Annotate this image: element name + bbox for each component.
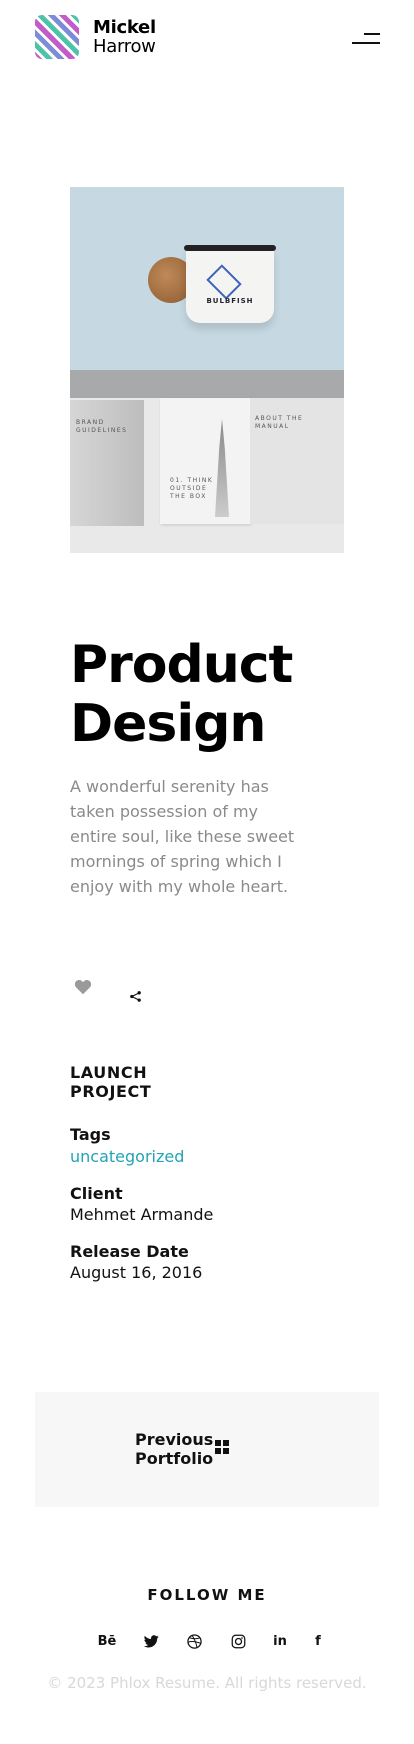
- heart-icon[interactable]: [74, 979, 98, 1001]
- heart-icon-svg: [74, 980, 92, 995]
- book-caption-left: BRAND GUIDELINES: [76, 419, 128, 434]
- grid-square: [215, 1440, 221, 1446]
- copyright-text: © 2023 Phlox Resume. All rights reserved…: [47, 1674, 367, 1692]
- facebook-icon[interactable]: f: [307, 1630, 329, 1652]
- previous-portfolio-link[interactable]: Previous Portfolio: [135, 1430, 225, 1468]
- mug-rim: [184, 245, 276, 251]
- hamburger-menu-icon[interactable]: [350, 30, 380, 52]
- menu-line: [352, 42, 380, 44]
- tag-link-uncategorized[interactable]: uncategorized: [70, 1147, 184, 1167]
- facebook-glyph: f: [315, 1633, 321, 1649]
- logo-icon[interactable]: [35, 15, 79, 59]
- linkedin-glyph: in: [273, 1633, 287, 1649]
- grid-square: [223, 1448, 229, 1454]
- behance-glyph: Bē: [97, 1633, 117, 1649]
- grid-icon[interactable]: [215, 1440, 229, 1454]
- share-icon[interactable]: [130, 987, 144, 1002]
- twitter-icon[interactable]: [140, 1630, 162, 1652]
- grid-square: [223, 1440, 229, 1446]
- twitter-icon-svg: [143, 1634, 159, 1647]
- instagram-icon[interactable]: [227, 1630, 249, 1652]
- linkedin-icon[interactable]: in: [269, 1630, 291, 1652]
- brand-name: Mickel: [93, 17, 156, 38]
- brand-subtitle: Harrow: [93, 36, 156, 57]
- project-description: A wonderful serenity has taken possessio…: [70, 777, 295, 896]
- tags-label: Tags: [70, 1125, 111, 1144]
- mug-text: BULBFISH: [206, 297, 254, 305]
- follow-me-heading: FOLLOW ME: [147, 1586, 267, 1604]
- client-value: Mehmet Armande: [70, 1205, 214, 1224]
- grid-square: [215, 1448, 221, 1454]
- page-title: Product Design: [70, 635, 293, 754]
- dribbble-icon-svg: [186, 1633, 202, 1649]
- share-icon-svg: [130, 991, 141, 1002]
- menu-line: [364, 33, 380, 35]
- client-label: Client: [70, 1184, 123, 1203]
- dribbble-icon[interactable]: [183, 1630, 205, 1652]
- book-page-middle: [160, 398, 250, 524]
- behance-icon[interactable]: Bē: [96, 1630, 118, 1652]
- site-header: Mickel Harrow: [0, 0, 414, 80]
- book-caption-middle: 01. THINK OUTSIDE THE BOX: [170, 477, 214, 500]
- instagram-icon-svg: [231, 1634, 245, 1648]
- image-band: [70, 370, 344, 398]
- book-caption-right: ABOUT THE MANUAL: [255, 415, 304, 430]
- release-date-value: August 16, 2016: [70, 1263, 203, 1282]
- launch-project-button[interactable]: LAUNCH PROJECT: [70, 1063, 190, 1101]
- brand[interactable]: Mickel Harrow: [93, 18, 156, 56]
- release-date-label: Release Date: [70, 1242, 189, 1261]
- project-hero-image: BULBFISH BRAND GUIDELINES 01. THINK OUTS…: [70, 187, 344, 553]
